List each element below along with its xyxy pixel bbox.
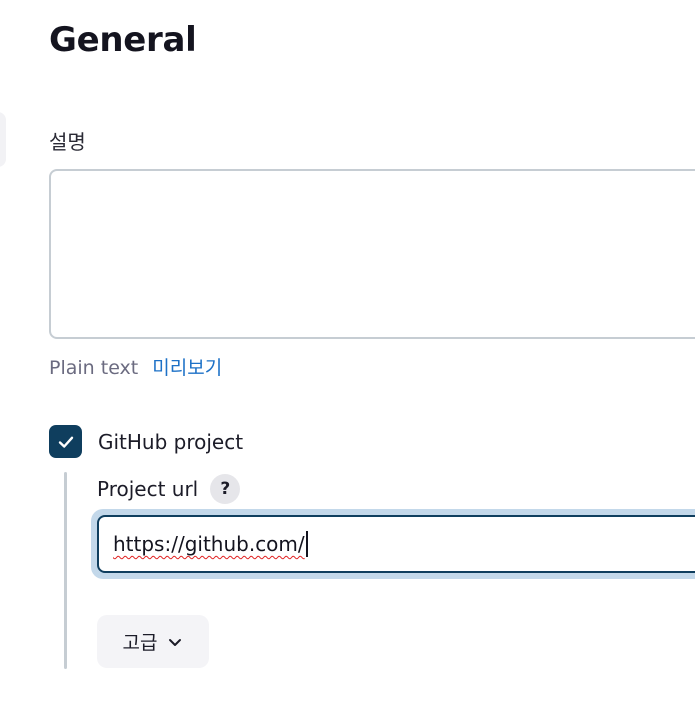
chevron-down-icon <box>169 638 182 646</box>
help-icon[interactable]: ? <box>210 474 241 504</box>
description-textarea[interactable] <box>49 169 695 339</box>
checkmark-icon <box>58 436 73 448</box>
project-url-label-row: Project url ? <box>97 474 241 504</box>
github-project-label[interactable]: GitHub project <box>98 430 243 454</box>
github-project-row: GitHub project <box>49 425 243 458</box>
text-caret <box>305 531 308 557</box>
description-format-row: Plain text 미리보기 <box>49 353 222 380</box>
description-label: 설명 <box>49 130 86 154</box>
advanced-label: 고급 <box>122 632 158 654</box>
preview-link[interactable]: 미리보기 <box>152 353 222 380</box>
project-url-focus-ring: https://github.com/ <box>91 509 695 579</box>
plain-text-label: Plain text <box>49 357 139 379</box>
github-project-checkbox[interactable] <box>49 425 82 458</box>
project-url-input[interactable]: https://github.com/ <box>97 515 695 573</box>
general-section: General 설명 Plain text 미리보기 GitHub projec… <box>0 0 695 702</box>
side-nav-tab[interactable] <box>0 112 6 167</box>
nested-section-indicator <box>64 472 67 669</box>
project-url-value: https://github.com/ <box>113 532 305 556</box>
advanced-button[interactable]: 고급 <box>97 615 209 668</box>
section-title: General <box>49 20 197 60</box>
project-url-label: Project url <box>97 477 199 501</box>
